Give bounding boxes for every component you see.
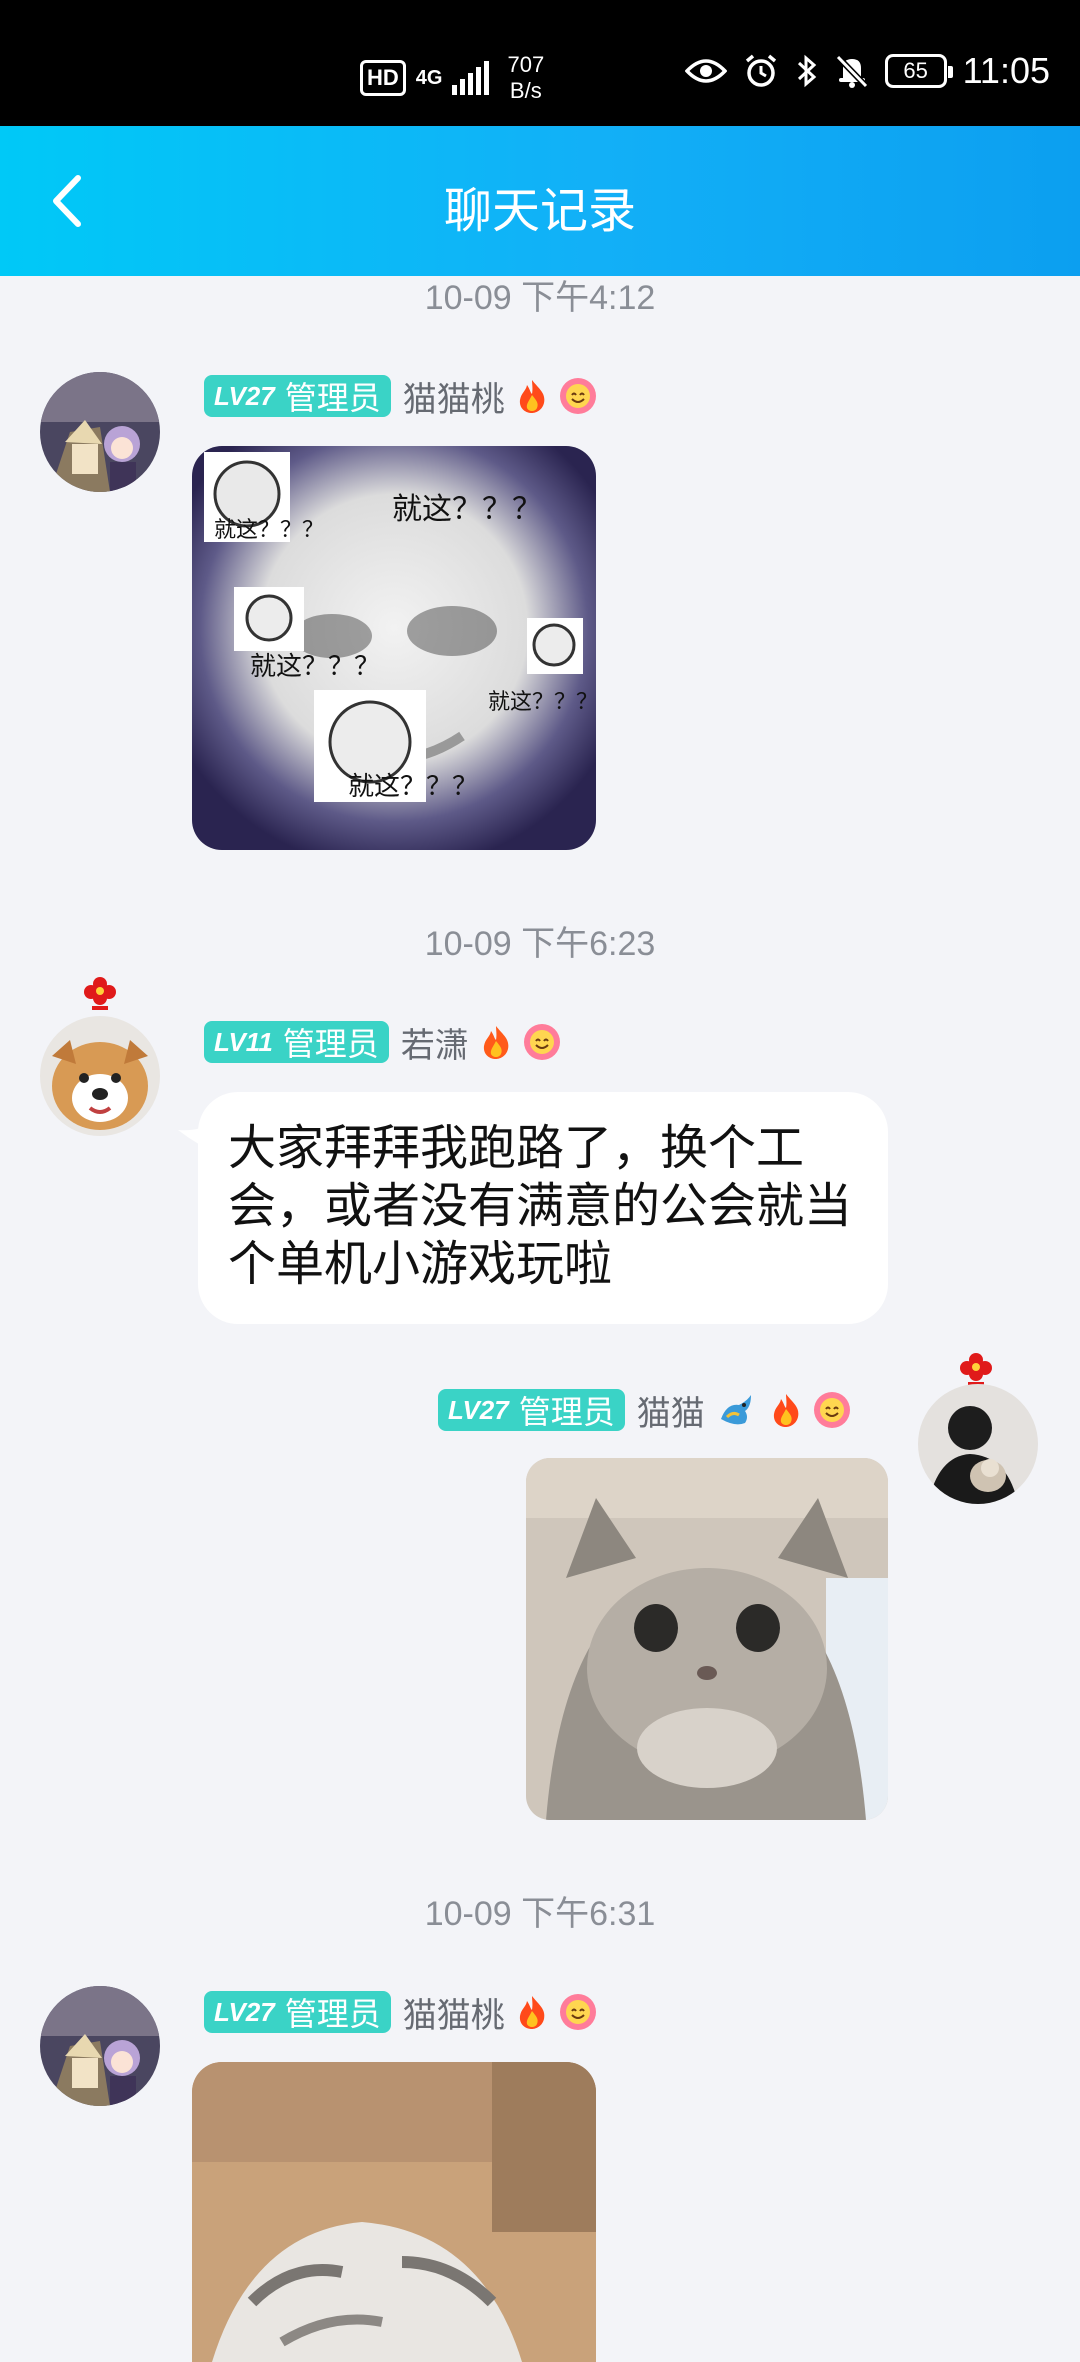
- app-header: 聊天记录: [0, 126, 1080, 276]
- level-text: LV27: [448, 1394, 509, 1425]
- dragon-icon: [720, 1395, 751, 1425]
- sender-nickname[interactable]: 猫猫桃: [403, 1988, 505, 2037]
- status-time: 11:05: [962, 50, 1050, 91]
- avatar[interactable]: [40, 372, 160, 492]
- level-badge: LV27 管理员: [438, 1389, 625, 1431]
- page-title: 聊天记录: [443, 185, 636, 238]
- network-type: 4G: [415, 66, 443, 89]
- signal-icon: [452, 61, 490, 95]
- smile-flower-icon: [559, 378, 596, 414]
- level-badge: LV11 管理员: [204, 1021, 389, 1063]
- sender-info: LV11 管理员 若潇: [204, 1018, 561, 1067]
- smile-flower-icon: [559, 1994, 596, 2030]
- level-badge: LV27 管理员: [204, 1991, 391, 2033]
- status-right: 65 11:05: [684, 50, 1050, 92]
- smile-flower-icon: [523, 1024, 560, 1060]
- level-text: LV27: [214, 1996, 275, 2027]
- level-text: LV27: [214, 380, 275, 411]
- fire-icon: [483, 1026, 509, 1059]
- mute-bell-icon: [835, 54, 868, 89]
- alarm-icon: [745, 54, 776, 87]
- role-text: 管理员: [282, 1026, 379, 1062]
- meme-caption: 就这？？？: [488, 690, 596, 715]
- eye-icon: [684, 59, 727, 83]
- speed-value: 707: [507, 52, 545, 77]
- role-text: 管理员: [518, 1394, 615, 1430]
- bluetooth-icon: [797, 54, 816, 88]
- timestamp: 10-09 下午6:31: [424, 1895, 656, 1933]
- sender-info: LV27 管理员 猫猫: [438, 1386, 851, 1435]
- sender-nickname[interactable]: 若潇: [401, 1018, 469, 1067]
- fire-icon: [773, 1394, 799, 1427]
- sender-info: LV27 管理员 猫猫桃: [204, 1988, 597, 2037]
- meme-caption: 就这？？？: [392, 492, 542, 527]
- meme-caption: 就这？？？: [250, 652, 381, 682]
- text-message-bubble[interactable]: 大家拜拜我跑路了，换个工会，或者没有满意的公会就当个单机小游戏玩啦: [198, 1092, 888, 1324]
- meme-caption: 就这？？？: [214, 518, 325, 543]
- sender-info: LV27 管理员 猫猫桃: [204, 372, 597, 421]
- level-badge: LV27 管理员: [204, 375, 391, 417]
- fire-icon: [519, 1996, 545, 2029]
- battery-indicator: 65: [884, 54, 953, 88]
- level-text: LV11: [214, 1026, 273, 1057]
- fire-icon: [519, 380, 545, 413]
- role-text: 管理员: [284, 1996, 381, 2032]
- sender-nickname[interactable]: 猫猫: [637, 1386, 705, 1435]
- avatar[interactable]: [40, 1016, 160, 1136]
- avatar[interactable]: [40, 1986, 160, 2106]
- flower-accessory-icon: [84, 977, 116, 1010]
- network-speed: 707 B/s: [507, 52, 544, 104]
- hd-icon: HD: [360, 60, 406, 96]
- image-message[interactable]: [526, 1458, 888, 1820]
- meme-caption: 就这？？？: [348, 772, 479, 802]
- avatar[interactable]: [918, 1384, 1038, 1504]
- speed-unit: B/s: [509, 78, 542, 103]
- sender-nickname[interactable]: 猫猫桃: [403, 372, 505, 421]
- image-message[interactable]: 就这？？？ 就这？？？ 就这？？？ 就这？？？ 就这？？？: [192, 446, 596, 850]
- timestamp: 10-09 下午6:23: [424, 925, 656, 963]
- image-message[interactable]: [192, 2062, 596, 2362]
- timestamp: 10-09 下午4:12: [424, 279, 656, 317]
- status-left: HD 4G 707 B/s: [360, 52, 544, 104]
- smile-flower-icon: [813, 1392, 850, 1428]
- status-bar: HD 4G 707 B/s 65 11:05: [0, 0, 1080, 126]
- role-text: 管理员: [284, 380, 381, 416]
